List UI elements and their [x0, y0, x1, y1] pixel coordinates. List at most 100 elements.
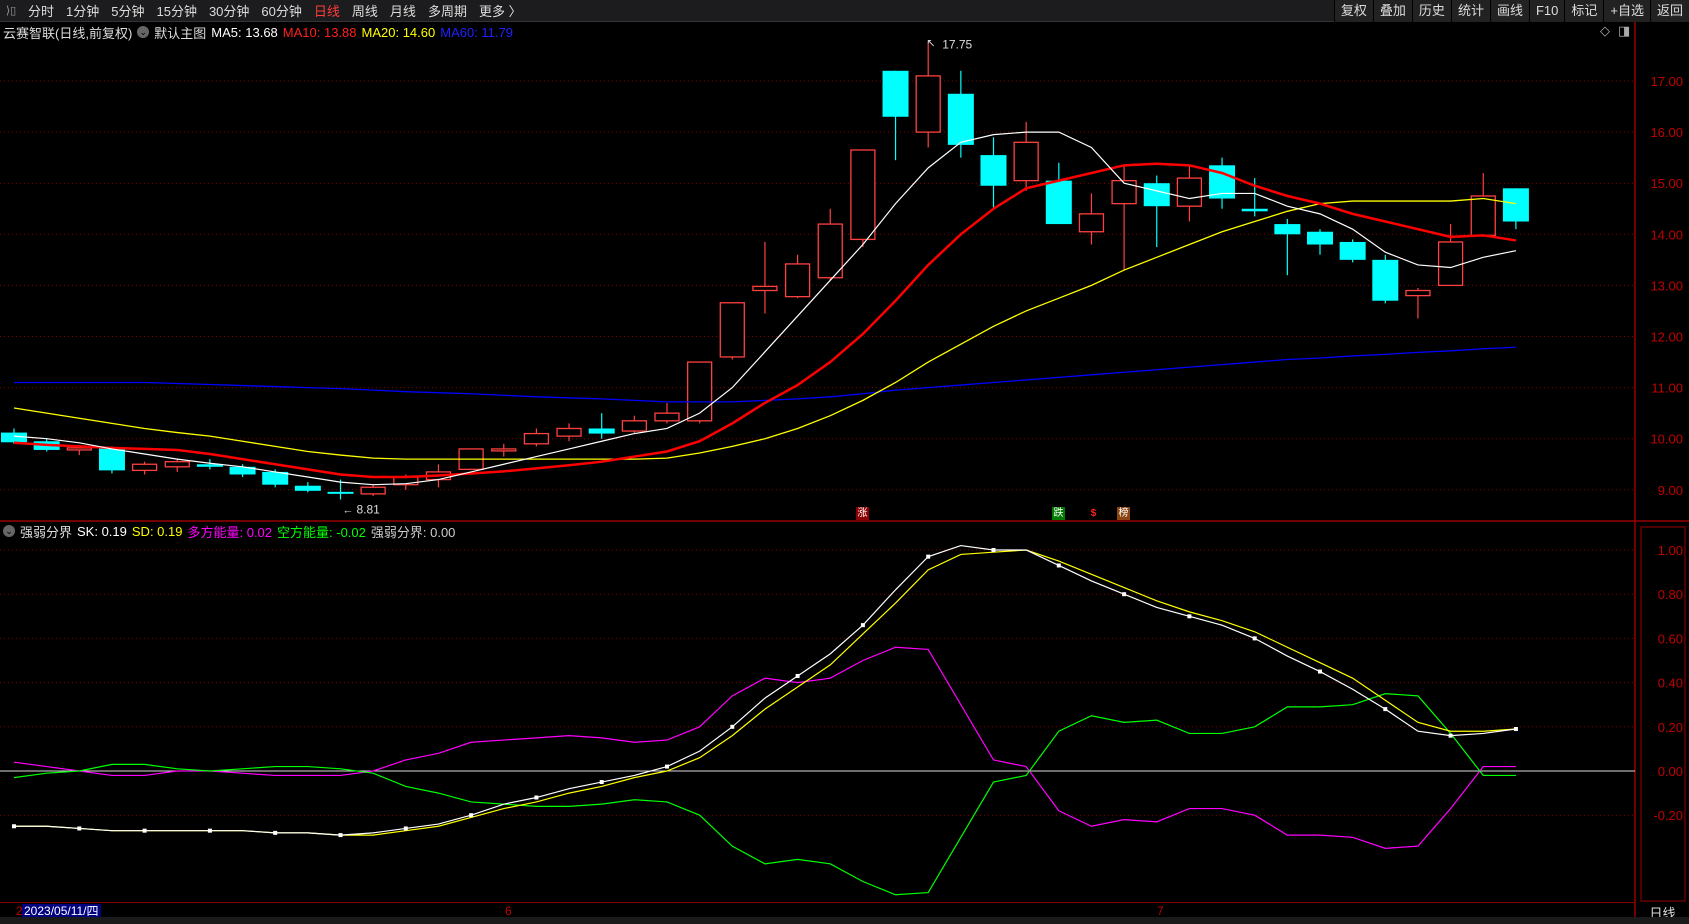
candle [654, 402, 680, 424]
candle-body [1241, 208, 1268, 212]
candle-body [98, 447, 125, 471]
sk-marker [273, 830, 278, 835]
sk-marker [469, 813, 474, 818]
candle [1045, 162, 1072, 225]
sk-line [14, 544, 1516, 836]
candle-body [491, 448, 517, 452]
candle-body [360, 486, 386, 495]
candle [523, 428, 550, 447]
low-price-label: 8.81 [357, 503, 381, 517]
candle [752, 241, 778, 314]
sk-marker [991, 548, 996, 552]
candle-body [1339, 241, 1366, 260]
candle [1274, 218, 1301, 276]
bottom-scrollbar[interactable] [0, 917, 1689, 924]
arrow-icon: ↖ [926, 38, 935, 50]
price-tick-label: 10.00 [1650, 432, 1683, 447]
candle-body [1502, 188, 1529, 222]
candle-body [1274, 224, 1301, 235]
indicator-tick-label: 0.40 [1658, 676, 1683, 691]
candle-body [66, 447, 92, 451]
candle [980, 137, 1007, 209]
sk-marker [665, 764, 669, 769]
candle [1502, 188, 1529, 230]
candle-body [687, 361, 713, 422]
price-tick-label: 13.00 [1650, 278, 1683, 293]
date-axis: 2 2023/05/11/四 6 7 [0, 902, 1635, 918]
sk-marker [534, 795, 539, 800]
price-tick-label: 16.00 [1650, 125, 1683, 140]
candle [1339, 239, 1366, 263]
sk-marker [12, 824, 16, 829]
ma20-line [13, 197, 1517, 460]
candle-body [294, 485, 321, 491]
candle-body [980, 155, 1007, 186]
candle [947, 70, 974, 158]
candle [1307, 229, 1333, 255]
candle-body [556, 427, 582, 437]
limit-down-tag[interactable]: 跌 [1052, 507, 1065, 520]
sk-marker [338, 833, 343, 838]
candle [1405, 287, 1431, 319]
sk-marker [599, 780, 604, 785]
candle [882, 70, 909, 161]
candle-body [654, 412, 680, 422]
ma60-line [14, 346, 1516, 403]
candle-body [164, 461, 190, 468]
candle-body [1013, 141, 1039, 182]
candle-body [850, 149, 876, 241]
candle [850, 149, 876, 248]
candle-body [621, 420, 647, 432]
sk-marker [1513, 727, 1518, 732]
indicator-tick-label: 0.60 [1658, 631, 1683, 646]
candle-body [882, 70, 909, 117]
month-label: 6 [505, 904, 512, 918]
candle [1470, 172, 1496, 237]
candle [1437, 224, 1464, 287]
sk-marker [403, 826, 408, 831]
month-label: 7 [1157, 904, 1164, 918]
candle-body [1437, 241, 1464, 287]
rank-tag[interactable]: 榜 [1117, 507, 1130, 520]
sk-marker [860, 623, 865, 628]
sk-marker [142, 828, 147, 833]
sk-marker [1318, 669, 1322, 674]
candle [915, 42, 941, 148]
candle [131, 461, 158, 475]
candle-body [1176, 177, 1203, 207]
candle [784, 254, 811, 299]
candle-body [752, 285, 778, 292]
candle [588, 413, 615, 439]
indicator-tick-label: 1.00 [1658, 543, 1683, 558]
candle-body [947, 93, 974, 145]
indicator-tick-label: 0.20 [1658, 720, 1683, 735]
sk-marker [77, 826, 82, 831]
short-energy-line [13, 693, 1516, 896]
candle-body [1307, 231, 1333, 245]
candle-body [784, 263, 811, 298]
candle [1078, 193, 1105, 245]
sk-marker [1383, 707, 1388, 712]
chart-canvas[interactable]: 17.00 16.00 15.00 14.00 13.00 12.00 11.00 10.00… [0, 0, 1689, 917]
indicator-tick-label: 0.00 [1658, 764, 1683, 779]
axis-frame [1640, 526, 1686, 902]
candle [1209, 157, 1236, 209]
candle-body [1111, 179, 1137, 205]
candle-body [1045, 180, 1072, 225]
candle-body [131, 463, 158, 472]
candle [1372, 254, 1399, 304]
candle [164, 459, 190, 472]
candle-body [719, 302, 745, 358]
price-tick-label: 15.00 [1650, 176, 1683, 191]
candle-body [817, 223, 843, 279]
candle [360, 484, 386, 496]
limit-up-tag[interactable]: 涨 [856, 507, 869, 520]
candle [719, 302, 745, 360]
price-tick-label: 11.00 [1651, 381, 1683, 396]
candle-body [1078, 213, 1105, 233]
dollar-icon[interactable]: $ [1087, 507, 1100, 520]
indicator-tick-label: -0.20 [1653, 808, 1683, 823]
candle-body [1143, 183, 1170, 207]
candle-body [1405, 289, 1431, 297]
candle [1111, 165, 1137, 271]
